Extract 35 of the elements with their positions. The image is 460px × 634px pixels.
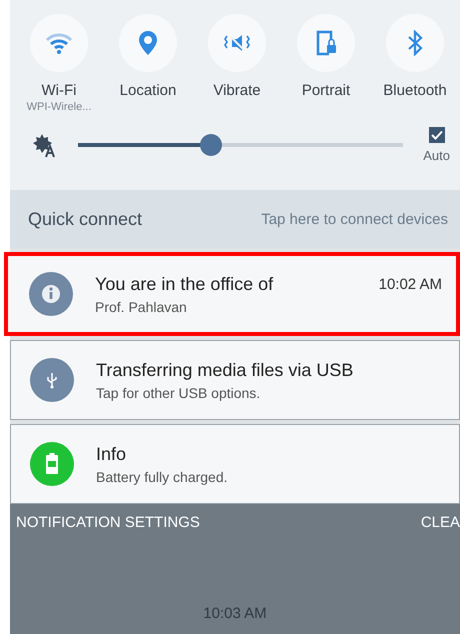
auto-label: Auto bbox=[423, 148, 450, 163]
notification-title: Transferring media files via USB bbox=[96, 360, 354, 380]
rotation-lock-icon bbox=[315, 30, 337, 56]
notification-card[interactable]: Info Battery fully charged. bbox=[10, 424, 460, 504]
clock-time: 10:03 AM bbox=[203, 605, 267, 622]
notification-text: Tap for other USB options. bbox=[96, 384, 262, 400]
quick-toggle[interactable]: Vibrate bbox=[194, 14, 280, 113]
notification-settings-button[interactable]: NOTIFICATION SETTINGS bbox=[16, 514, 200, 531]
notification-title: Info bbox=[96, 444, 128, 464]
notification-time: 10:02 AM bbox=[378, 276, 442, 293]
network-name: WPI-Wirele... bbox=[26, 101, 92, 113]
notification-text: Battery fully charged. bbox=[96, 468, 229, 484]
clear-button[interactable]: CLEA bbox=[420, 514, 460, 531]
quick-connect-title: Quick connect bbox=[28, 208, 142, 230]
vibrate-mute-icon bbox=[223, 32, 251, 54]
quick-toggle[interactable]: Bluetooth bbox=[372, 14, 458, 113]
brightness-slider[interactable] bbox=[78, 134, 404, 156]
notification-title: You are in the office of bbox=[95, 274, 274, 294]
notification-text: Prof. Pahlavan bbox=[95, 298, 188, 314]
quick-toggle[interactable]: Wi-Fi WPI-Wirele... bbox=[16, 14, 102, 113]
bluetooth-icon bbox=[407, 30, 423, 56]
quick-connect-bar[interactable]: Quick connect Tap here to connect devices bbox=[10, 190, 460, 248]
info-icon bbox=[29, 272, 73, 316]
quick-toggle[interactable]: Portrait bbox=[283, 14, 369, 113]
usb-icon bbox=[30, 358, 74, 402]
battery-icon bbox=[30, 442, 74, 486]
quick-connect-hint: Tap here to connect devices bbox=[261, 210, 448, 228]
slider-thumb[interactable] bbox=[200, 134, 222, 156]
notification-card[interactable]: You are in the office of Prof. Pahlavan 10:02 AM bbox=[4, 252, 460, 336]
quick-toggle[interactable]: Location bbox=[105, 14, 191, 113]
auto-checkbox[interactable] bbox=[428, 127, 445, 143]
auto-brightness-icon bbox=[32, 132, 58, 158]
notification-card[interactable]: Transferring media files via USB Tap for other USB options. bbox=[10, 340, 460, 420]
location-pin-icon bbox=[138, 30, 158, 56]
wifi-icon bbox=[46, 32, 72, 54]
